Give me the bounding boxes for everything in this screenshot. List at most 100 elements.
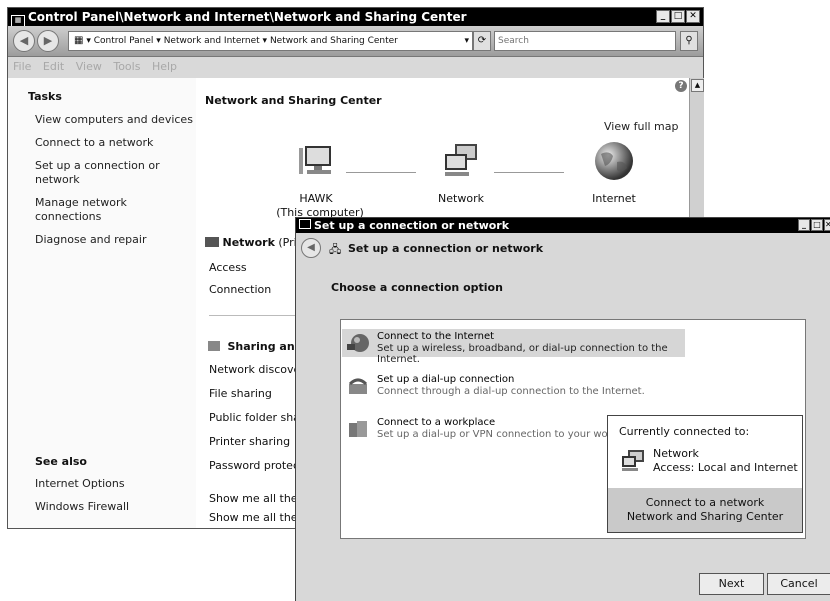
menu-edit[interactable]: Edit: [43, 60, 64, 73]
breadcrumb-arrow-icon[interactable]: ▾: [263, 36, 268, 46]
dialog-prompt: Choose a connection option: [331, 281, 503, 294]
show-shared-folders-link[interactable]: Show me all the: [209, 511, 298, 524]
menu-view[interactable]: View: [76, 60, 102, 73]
search-input[interactable]: [494, 31, 676, 51]
option-workplace[interactable]: Connect to a workplace Set up a dial-up …: [342, 415, 607, 443]
sharing-section-title: Sharing anc: [227, 340, 302, 353]
dialog-title-bar: Set up a connection or network _ □ ✕: [296, 218, 830, 233]
section-divider: [209, 315, 309, 316]
breadcrumb-item[interactable]: Network and Internet: [164, 36, 260, 46]
option-subtitle: Set up a dial-up or VPN connection to yo…: [377, 429, 607, 440]
option-title: Connect to the Internet: [377, 331, 495, 342]
back-arrow-icon: ◀: [307, 242, 315, 253]
forward-button[interactable]: ▶: [37, 30, 59, 52]
page-title: Network and Sharing Center: [205, 94, 382, 107]
breadcrumb-item[interactable]: Control Panel: [94, 36, 154, 46]
network-section-header: Network (Pri: [205, 236, 297, 249]
task-manage-connections[interactable]: Manage network connections: [35, 196, 155, 224]
breadcrumb-arrow-icon: ▾: [86, 36, 91, 46]
computer-name: HAWK: [299, 192, 333, 205]
network-status-popup: Currently connected to: Network Access: …: [607, 415, 803, 533]
address-dropdown-icon[interactable]: ▾: [464, 32, 469, 50]
close-button[interactable]: ✕: [686, 10, 700, 23]
globe-connect-icon: [347, 334, 369, 352]
network-row-access: Access: [209, 261, 247, 274]
forward-arrow-icon: ▶: [43, 34, 53, 47]
sharing-row-password-protected: Password protec: [209, 459, 299, 472]
option-connect-internet[interactable]: Connect to the Internet Set up a wireles…: [342, 329, 685, 365]
option-title: Connect to a workplace: [377, 417, 496, 428]
popup-network-name: Network: [653, 447, 699, 460]
internet-label: Internet: [592, 192, 636, 205]
workplace-building-icon: [349, 421, 367, 437]
title-bar: ▦ Control Panel\Network and Internet\Netw…: [8, 8, 703, 27]
connector-line: [494, 172, 564, 173]
setup-connection-dialog: Set up a connection or network _ □ ✕ ◀ 🖧…: [295, 217, 830, 601]
network-label: Network: [438, 192, 484, 205]
menu-file[interactable]: File: [13, 60, 31, 73]
network-setup-icon: 🖧: [329, 243, 342, 256]
network-small-icon: [205, 237, 219, 247]
popup-access: Access: Local and Internet: [653, 461, 798, 474]
link-internet-options[interactable]: Internet Options: [35, 477, 125, 491]
cancel-button[interactable]: Cancel: [767, 573, 830, 595]
task-view-computers[interactable]: View computers and devices: [35, 113, 193, 127]
menu-tools[interactable]: Tools: [113, 60, 140, 73]
next-button[interactable]: Next: [699, 573, 764, 595]
menu-help[interactable]: Help: [152, 60, 177, 73]
view-full-map-link[interactable]: View full map: [604, 120, 679, 133]
network-computer-icon: [622, 450, 644, 471]
network-icon: [445, 144, 477, 176]
option-subtitle: Connect through a dial-up connection to …: [377, 386, 645, 397]
back-arrow-icon: ◀: [19, 34, 29, 47]
dialog-minimize-button[interactable]: _: [798, 219, 810, 231]
sharing-row-network-discovery: Network discover: [209, 363, 305, 376]
refresh-icon: ⟳: [477, 35, 487, 46]
computer-icon: [299, 146, 331, 174]
dialog-back-button[interactable]: ◀: [301, 238, 321, 258]
sharing-row-printer-sharing: Printer sharing: [209, 435, 291, 448]
task-diagnose-repair[interactable]: Diagnose and repair: [35, 233, 147, 247]
connect-to-network-link[interactable]: Connect to a network: [608, 496, 802, 509]
tasks-heading: Tasks: [28, 90, 62, 103]
breadcrumb-arrow-icon[interactable]: ▾: [156, 36, 161, 46]
dialog-title: Set up a connection or network: [314, 219, 510, 232]
menu-bar: File Edit View Tools Help: [8, 57, 703, 77]
scroll-up-icon[interactable]: ▲: [691, 79, 704, 92]
task-connect-network[interactable]: Connect to a network: [35, 136, 153, 150]
back-button[interactable]: ◀: [13, 30, 35, 52]
search-icon: ⚲: [685, 35, 693, 46]
window-title: Control Panel\Network and Internet\Netwo…: [28, 10, 467, 24]
sharing-icon: [208, 341, 220, 351]
help-icon[interactable]: ?: [675, 80, 687, 92]
task-pane: Tasks View computers and devices Connect…: [8, 78, 196, 528]
dialog-header: Set up a connection or network: [348, 242, 544, 255]
dialog-maximize-button[interactable]: □: [811, 219, 823, 231]
option-dialup[interactable]: Set up a dial-up connection Connect thro…: [342, 372, 722, 400]
dialog-close-button[interactable]: ✕: [824, 219, 830, 231]
refresh-button[interactable]: ⟳: [473, 31, 491, 51]
internet-globe-icon: [595, 142, 633, 180]
link-windows-firewall[interactable]: Windows Firewall: [35, 500, 129, 514]
connector-line: [346, 172, 416, 173]
option-subtitle: Set up a wireless, broadband, or dial-up…: [377, 343, 668, 365]
address-bar[interactable]: ▦ ▾ Control Panel ▾ Network and Internet…: [68, 31, 473, 51]
network-row-connection: Connection: [209, 283, 272, 296]
navigation-bar: ◀ ▶ ▦ ▾ Control Panel ▾ Network and Inte…: [8, 26, 703, 57]
sharing-row-public-folder: Public folder sha: [209, 411, 300, 424]
network-section-title: Network: [222, 236, 275, 249]
see-also-heading: See also: [35, 455, 87, 468]
dialog-window-icon: [299, 219, 311, 229]
network-section-type: (Pri: [278, 236, 297, 249]
breadcrumb-item[interactable]: Network and Sharing Center: [270, 36, 398, 46]
search-button[interactable]: ⚲: [680, 31, 698, 51]
maximize-button[interactable]: □: [671, 10, 685, 23]
show-shared-files-link[interactable]: Show me all the: [209, 492, 298, 505]
network-sharing-center-link[interactable]: Network and Sharing Center: [608, 510, 802, 523]
sharing-row-file-sharing: File sharing: [209, 387, 272, 400]
minimize-button[interactable]: _: [656, 10, 670, 23]
popup-heading: Currently connected to:: [619, 425, 750, 438]
task-setup-connection[interactable]: Set up a connection or network: [35, 159, 165, 187]
popup-footer: Connect to a network Network and Sharing…: [608, 488, 802, 532]
control-panel-icon: ▦: [74, 35, 84, 46]
